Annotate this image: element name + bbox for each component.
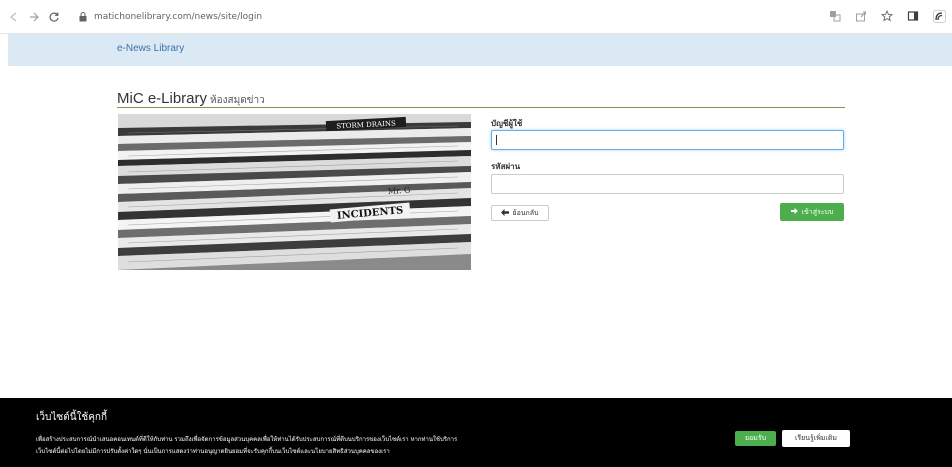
cookie-text-line-1: เพื่อสร้างประสบการณ์นำเสนอคอนเทนต์ที่ดีใ… xyxy=(36,436,458,443)
share-icon[interactable] xyxy=(854,9,868,23)
browser-toolbar: matichonelibrary.com/news/site/login xyxy=(0,0,952,34)
username-input[interactable] xyxy=(491,130,844,150)
login-button[interactable]: เข้าสู่ระบบ xyxy=(780,203,844,221)
forward-icon[interactable] xyxy=(26,9,42,25)
translate-icon[interactable] xyxy=(828,9,842,23)
site-header: e-News Library xyxy=(8,34,952,66)
newspaper-stack-image: STORM DRAINS INCIDENTS Mr. G xyxy=(118,114,471,270)
sidebar-icon[interactable] xyxy=(906,9,920,23)
sign-in-icon xyxy=(790,207,799,217)
cookie-title: เว็บไซต์นี้ใช้คุกกี้ xyxy=(36,412,107,423)
page-title: MiC e-Library ห้องสมุดข่าว xyxy=(117,88,845,108)
hero-headline-3: Mr. G xyxy=(388,185,411,196)
cookie-text-line-2: เว็บไซต์นี้ต่อไปโดยไม่มีการปรับตั้งค่าใด… xyxy=(36,448,390,455)
back-icon[interactable] xyxy=(6,9,22,25)
address-bar[interactable]: matichonelibrary.com/news/site/login xyxy=(94,12,262,22)
login-button-label: เข้าสู่ระบบ xyxy=(801,207,834,216)
page-title-main: MiC e-Library xyxy=(117,90,208,107)
accept-cookies-button[interactable]: ยอมรับ xyxy=(735,431,776,446)
back-button-label: ย้อนกลับ xyxy=(512,208,539,217)
password-input[interactable] xyxy=(491,174,844,194)
lock-icon[interactable] xyxy=(78,11,88,23)
arrow-left-icon xyxy=(501,208,510,218)
cookie-banner: เว็บไซต์นี้ใช้คุกกี้ เพื่อสร้างประสบการณ… xyxy=(0,398,952,467)
site-brand-link[interactable]: e-News Library xyxy=(117,43,184,54)
extension-icon[interactable] xyxy=(932,9,946,23)
text-caret xyxy=(496,135,497,145)
reload-icon[interactable] xyxy=(46,9,62,25)
username-label: บัญชีผู้ใช้ xyxy=(491,119,523,128)
back-button[interactable]: ย้อนกลับ xyxy=(491,205,549,221)
learn-more-button[interactable]: เรียนรู้เพิ่มเติม xyxy=(782,430,850,447)
password-label: รหัสผ่าน xyxy=(491,162,521,171)
star-icon[interactable] xyxy=(880,9,894,23)
page-title-sub: ห้องสมุดข่าว xyxy=(210,95,265,106)
